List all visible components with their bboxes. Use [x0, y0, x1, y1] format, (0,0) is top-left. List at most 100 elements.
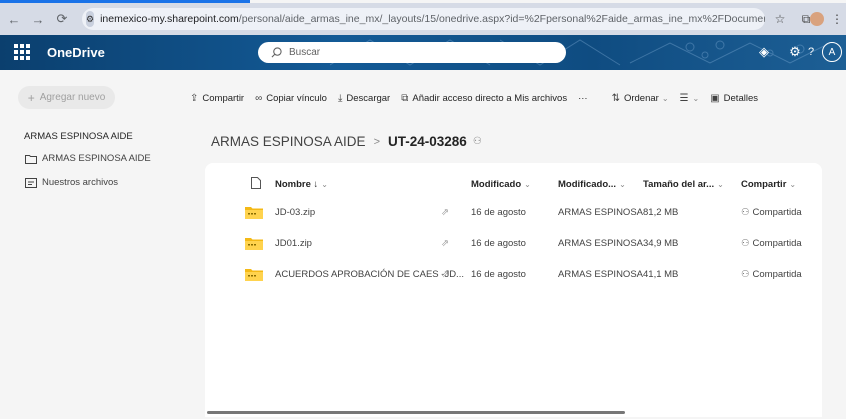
file-size: 81,2 MB [643, 207, 679, 218]
column-modified-by[interactable]: Modificado... ⌄ [558, 179, 626, 190]
file-modified-by: ARMAS ESPINOSA [558, 238, 643, 249]
file-list: Nombre ↓ ⌄ Modificado ⌄ Modificado... ⌄ Tam… [205, 163, 822, 417]
folder-icon [25, 154, 37, 164]
chevron-down-icon: ⌄ [692, 93, 700, 103]
browser-toolbar: ← → ⟳ ⚙ inemexico-my.sharepoint.com/pers… [0, 3, 846, 35]
add-shortcut-label: Añadir acceso directo a Mis archivos [412, 92, 568, 104]
file-modified: 16 de agosto [471, 269, 526, 280]
zip-folder-icon [245, 238, 263, 250]
share-icon[interactable]: ⇗ [441, 238, 449, 249]
chevron-down-icon: ⌄ [717, 180, 724, 189]
more-actions-button[interactable]: ··· [578, 93, 588, 104]
share-icon[interactable]: ⇗ [441, 269, 449, 280]
plus-icon: + [27, 90, 35, 105]
sharing-status: ⚇ Compartida [741, 269, 802, 280]
file-name[interactable]: JD01.zip [275, 238, 312, 249]
add-new-button[interactable]: + Agregar nuevo [18, 86, 115, 109]
sidebar-item-shared-files[interactable]: Nuestros archivos [25, 177, 118, 188]
chevron-down-icon: ⌄ [789, 180, 797, 189]
link-icon: ∞ [255, 92, 263, 104]
forward-icon[interactable]: → [28, 9, 48, 29]
breadcrumb-current: UT-24-03286 [388, 134, 467, 149]
file-modified: 16 de agosto [471, 238, 526, 249]
copy-link-button[interactable]: ∞ Copiar vínculo [255, 93, 327, 104]
reload-icon[interactable]: ⟳ [52, 9, 72, 29]
table-row[interactable]: JD-03.zip ⇗ 16 de agosto ARMAS ESPINOSA … [205, 197, 822, 228]
column-modified[interactable]: Modificado ⌄ [471, 179, 531, 190]
share-icon: ⇪ [190, 92, 199, 104]
details-button[interactable]: ▣ Detalles [710, 93, 758, 104]
command-bar: ⇪ Compartir ∞ Copiar vínculo ⤓ Descargar ⧉ A… [190, 89, 769, 107]
file-size: 34,9 MB [643, 238, 679, 249]
user-avatar[interactable]: A [822, 42, 842, 62]
browser-profile-avatar[interactable] [808, 10, 826, 28]
add-new-label: Agregar nuevo [39, 92, 106, 103]
column-sharing[interactable]: Compartir ⌄ [741, 179, 796, 190]
app-title[interactable]: OneDrive [47, 45, 105, 60]
file-type-icon[interactable] [251, 177, 261, 189]
sharing-status: ⚇ Compartida [741, 238, 802, 249]
address-bar[interactable]: ⚙ inemexico-my.sharepoint.com/personal/a… [82, 8, 765, 30]
breadcrumb-root[interactable]: ARMAS ESPINOSA AIDE [211, 134, 366, 149]
table-row[interactable]: JD01.zip ⇗ 16 de agosto ARMAS ESPINOSA 3… [205, 228, 822, 259]
breadcrumb-separator: > [373, 135, 380, 148]
view-options-button[interactable]: ☰ ⌄ [680, 93, 700, 104]
url-host: inemexico-my.sharepoint.com [100, 13, 239, 25]
sidebar-item-owner-folder[interactable]: ARMAS ESPINOSA AIDE [25, 153, 151, 164]
sort-icon: ⇅ [611, 92, 620, 104]
file-modified-by: ARMAS ESPINOSA [558, 207, 643, 218]
table-row[interactable]: ACUERDOS APROBACIÓN DE CAES -JD... ⇗ 16 … [205, 259, 822, 290]
file-name[interactable]: JD-03.zip [275, 207, 315, 218]
chevron-down-icon: ⌄ [524, 180, 531, 189]
shared-people-icon: ⚇ [472, 136, 482, 147]
shortcut-icon: ⧉ [401, 92, 409, 104]
search-placeholder: Buscar [289, 47, 321, 58]
download-button[interactable]: ⤓ Descargar [338, 93, 390, 104]
file-size: 41,1 MB [643, 269, 679, 280]
download-icon: ⤓ [337, 92, 343, 104]
search-icon [271, 47, 282, 58]
search-input[interactable]: Buscar [258, 42, 566, 63]
horizontal-scrollbar[interactable] [207, 411, 625, 414]
sort-button[interactable]: ⇅ Ordenar ⌄ [612, 93, 669, 104]
sort-label: Ordenar [623, 92, 659, 104]
browser-menu-icon[interactable]: ⋮ [828, 10, 846, 28]
premium-diamond-icon[interactable]: ◈ [755, 43, 773, 61]
column-name[interactable]: Nombre ↓ ⌄ [275, 179, 328, 190]
help-icon[interactable]: ? [802, 43, 820, 61]
people-icon: ⚇ [741, 269, 750, 280]
copy-link-label: Copiar vínculo [266, 92, 327, 104]
chevron-down-icon: ⌄ [619, 180, 626, 189]
sidebar-item-label: Nuestros archivos [42, 177, 119, 188]
shared-files-icon [25, 177, 37, 188]
site-settings-icon[interactable]: ⚙ [86, 11, 95, 27]
zip-folder-icon [245, 207, 263, 219]
chevron-down-icon: ⌄ [661, 93, 669, 103]
zip-folder-icon [245, 269, 263, 281]
app-launcher-icon[interactable] [14, 44, 30, 60]
chevron-down-icon: ⌄ [321, 180, 328, 189]
details-label: Detalles [723, 92, 758, 104]
people-icon: ⚇ [741, 207, 750, 218]
add-shortcut-button[interactable]: ⧉ Añadir acceso directo a Mis archivos [401, 93, 567, 104]
sharing-status: ⚇ Compartida [741, 207, 802, 218]
list-view-icon: ☰ [679, 92, 689, 104]
details-pane-icon: ▣ [710, 92, 720, 104]
people-icon: ⚇ [741, 238, 750, 249]
breadcrumb: ARMAS ESPINOSA AIDE > UT-24-03286 ⚇ [211, 134, 482, 149]
url-path: /personal/aide_armas_ine_mx/_layouts/15/… [238, 13, 765, 25]
share-icon[interactable]: ⇗ [441, 207, 449, 218]
share-button[interactable]: ⇪ Compartir [190, 93, 244, 104]
share-label: Compartir [202, 92, 245, 104]
nav-owner-heading: ARMAS ESPINOSA AIDE [24, 131, 133, 142]
left-navigation: + Agregar nuevo ARMAS ESPINOSA AIDE ARMA… [0, 70, 200, 419]
bookmark-star-icon[interactable]: ☆ [771, 10, 789, 28]
sidebar-item-label: ARMAS ESPINOSA AIDE [42, 153, 151, 164]
file-name[interactable]: ACUERDOS APROBACIÓN DE CAES -JD... [275, 269, 464, 280]
column-size[interactable]: Tamaño del ar... ⌄ [643, 179, 724, 190]
table-header: Nombre ↓ ⌄ Modificado ⌄ Modificado... ⌄ Tam… [205, 169, 822, 199]
back-icon[interactable]: ← [4, 9, 24, 29]
file-modified-by: ARMAS ESPINOSA [558, 269, 643, 280]
file-modified: 16 de agosto [471, 207, 526, 218]
app-header: OneDrive Buscar ◈ ⚙ ? A [0, 35, 846, 70]
